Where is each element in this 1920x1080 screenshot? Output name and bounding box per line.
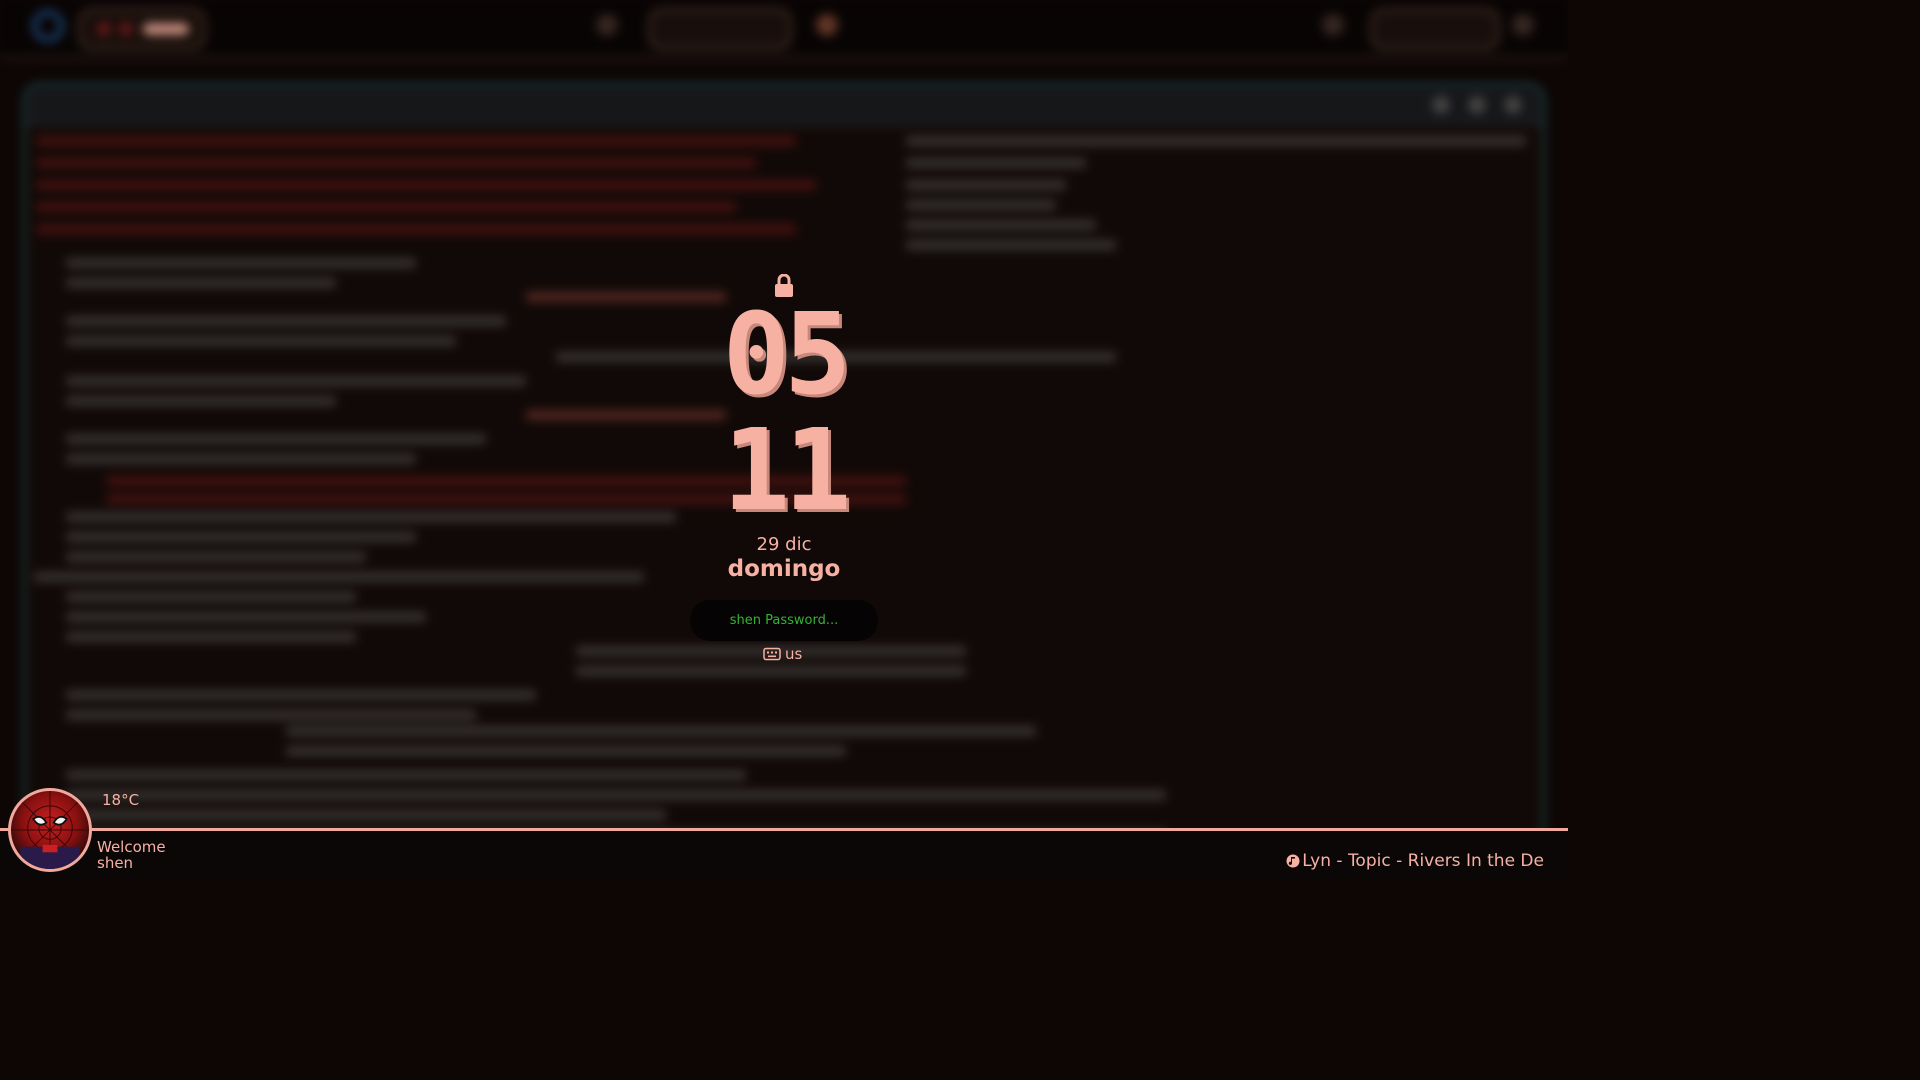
weekday-label: domingo: [727, 556, 841, 582]
clock-hour: 05: [722, 290, 852, 420]
music-note-icon: [1286, 854, 1300, 868]
clock-pill: [648, 8, 792, 50]
user-avatar: [8, 788, 92, 872]
power-icon: [1512, 14, 1534, 36]
system-pill: [1370, 8, 1500, 50]
background-top-bar: [0, 0, 1568, 60]
welcome-message: Welcome shen: [97, 839, 166, 871]
password-input[interactable]: [690, 600, 878, 641]
clock-minute: 11: [722, 406, 852, 536]
now-playing-label: Lyn - Topic - Rivers In the De: [1302, 851, 1544, 871]
media-icon: [816, 14, 838, 36]
welcome-line: Welcome: [97, 838, 166, 856]
lock-screen: 05 11 29 dic domingo us 18°C Welcome she…: [0, 0, 1568, 882]
network-icon: [1322, 14, 1344, 36]
spiderman-avatar: [11, 791, 89, 869]
username-line: shen: [97, 854, 134, 872]
distro-logo-icon: [32, 10, 64, 42]
keyboard-icon: [763, 647, 781, 661]
keyboard-layout-label: us: [785, 645, 803, 663]
tray-icon: [596, 14, 618, 36]
terminal-titlebar: [26, 86, 1542, 126]
now-playing: Lyn - Topic - Rivers In the De: [1286, 851, 1544, 871]
temperature-label: 18°C: [102, 791, 140, 809]
keyboard-layout-indicator: us: [763, 644, 802, 664]
workspace-pill: [78, 8, 206, 50]
date-label: 29 dic: [756, 534, 812, 555]
